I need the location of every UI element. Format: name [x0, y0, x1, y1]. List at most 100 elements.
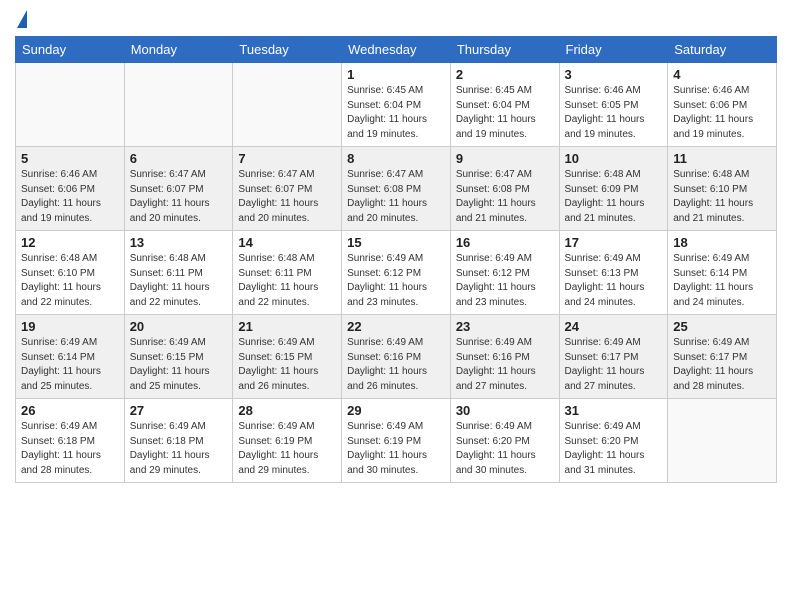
- day-cell-4: 4 Sunrise: 6:46 AM Sunset: 6:06 PM Daylig…: [668, 63, 777, 147]
- day-number: 18: [673, 235, 771, 250]
- day-info: Sunrise: 6:49 AM Sunset: 6:19 PM Dayligh…: [347, 420, 445, 478]
- day-number: 20: [130, 319, 228, 334]
- day-cell-10: 10 Sunrise: 6:48 AM Sunset: 6:09 PM Dayli…: [559, 147, 668, 231]
- day-info: Sunrise: 6:47 AM Sunset: 6:07 PM Dayligh…: [238, 168, 336, 226]
- day-info: Sunrise: 6:49 AM Sunset: 6:19 PM Dayligh…: [238, 420, 336, 478]
- day-cell-17: 17Sunrise: 6:49 AM Sunset: 6:13 PM Dayli…: [559, 231, 668, 315]
- day-number: 16: [456, 235, 554, 250]
- empty-cell: [233, 63, 342, 147]
- day-number: 28: [238, 403, 336, 418]
- day-info: Sunrise: 6:49 AM Sunset: 6:17 PM Dayligh…: [673, 336, 771, 394]
- calendar-container: SundayMondayTuesdayWednesdayThursdayFrid…: [0, 0, 792, 493]
- day-cell-3: 3 Sunrise: 6:46 AM Sunset: 6:05 PM Daylig…: [559, 63, 668, 147]
- day-header-saturday: Saturday: [668, 37, 777, 63]
- day-header-monday: Monday: [124, 37, 233, 63]
- day-info: Sunrise: 6:47 AM Sunset: 6:07 PM Dayligh…: [130, 168, 228, 226]
- day-number: 7: [238, 151, 336, 166]
- day-number: 24: [565, 319, 663, 334]
- day-info: Sunrise: 6:49 AM Sunset: 6:14 PM Dayligh…: [21, 336, 119, 394]
- day-info: Sunrise: 6:49 AM Sunset: 6:15 PM Dayligh…: [130, 336, 228, 394]
- day-cell-9: 9 Sunrise: 6:47 AM Sunset: 6:08 PM Daylig…: [450, 147, 559, 231]
- day-header-thursday: Thursday: [450, 37, 559, 63]
- week-row-2: 5 Sunrise: 6:46 AM Sunset: 6:06 PM Daylig…: [16, 147, 777, 231]
- empty-cell: [668, 399, 777, 483]
- day-header-sunday: Sunday: [16, 37, 125, 63]
- day-number: 21: [238, 319, 336, 334]
- day-cell-21: 21 Sunrise: 6:49 AM Sunset: 6:15 PM Dayli…: [233, 315, 342, 399]
- day-info: Sunrise: 6:46 AM Sunset: 6:06 PM Dayligh…: [673, 84, 771, 142]
- day-number: 14: [238, 235, 336, 250]
- day-number: 1: [347, 67, 445, 82]
- day-number: 10: [565, 151, 663, 166]
- day-cell-23: 23Sunrise: 6:49 AM Sunset: 6:16 PM Dayli…: [450, 315, 559, 399]
- day-info: Sunrise: 6:48 AM Sunset: 6:10 PM Dayligh…: [21, 252, 119, 310]
- day-cell-16: 16 Sunrise: 6:49 AM Sunset: 6:12 PM Dayli…: [450, 231, 559, 315]
- day-cell-22: 22Sunrise: 6:49 AM Sunset: 6:16 PM Dayli…: [342, 315, 451, 399]
- day-number: 25: [673, 319, 771, 334]
- day-header-tuesday: Tuesday: [233, 37, 342, 63]
- day-info: Sunrise: 6:48 AM Sunset: 6:11 PM Dayligh…: [130, 252, 228, 310]
- day-cell-7: 7 Sunrise: 6:47 AM Sunset: 6:07 PM Daylig…: [233, 147, 342, 231]
- day-info: Sunrise: 6:48 AM Sunset: 6:09 PM Dayligh…: [565, 168, 663, 226]
- day-cell-11: 11Sunrise: 6:48 AM Sunset: 6:10 PM Dayli…: [668, 147, 777, 231]
- day-cell-25: 25 Sunrise: 6:49 AM Sunset: 6:17 PM Dayli…: [668, 315, 777, 399]
- day-cell-31: 31Sunrise: 6:49 AM Sunset: 6:20 PM Dayli…: [559, 399, 668, 483]
- day-number: 5: [21, 151, 119, 166]
- day-info: Sunrise: 6:45 AM Sunset: 6:04 PM Dayligh…: [347, 84, 445, 142]
- day-cell-30: 30Sunrise: 6:49 AM Sunset: 6:20 PM Dayli…: [450, 399, 559, 483]
- header: [15, 10, 777, 28]
- day-number: 3: [565, 67, 663, 82]
- day-info: Sunrise: 6:45 AM Sunset: 6:04 PM Dayligh…: [456, 84, 554, 142]
- day-cell-5: 5 Sunrise: 6:46 AM Sunset: 6:06 PM Daylig…: [16, 147, 125, 231]
- week-row-4: 19 Sunrise: 6:49 AM Sunset: 6:14 PM Dayli…: [16, 315, 777, 399]
- day-info: Sunrise: 6:48 AM Sunset: 6:10 PM Dayligh…: [673, 168, 771, 226]
- day-header-wednesday: Wednesday: [342, 37, 451, 63]
- week-row-1: 1 Sunrise: 6:45 AM Sunset: 6:04 PM Daylig…: [16, 63, 777, 147]
- logo-triangle-icon: [17, 10, 27, 28]
- calendar-table: SundayMondayTuesdayWednesdayThursdayFrid…: [15, 36, 777, 483]
- day-number: 26: [21, 403, 119, 418]
- day-cell-24: 24 Sunrise: 6:49 AM Sunset: 6:17 PM Dayli…: [559, 315, 668, 399]
- day-number: 23: [456, 319, 554, 334]
- day-number: 29: [347, 403, 445, 418]
- day-info: Sunrise: 6:49 AM Sunset: 6:15 PM Dayligh…: [238, 336, 336, 394]
- day-info: Sunrise: 6:47 AM Sunset: 6:08 PM Dayligh…: [347, 168, 445, 226]
- day-number: 22: [347, 319, 445, 334]
- day-info: Sunrise: 6:47 AM Sunset: 6:08 PM Dayligh…: [456, 168, 554, 226]
- day-cell-1: 1 Sunrise: 6:45 AM Sunset: 6:04 PM Daylig…: [342, 63, 451, 147]
- day-number: 8: [347, 151, 445, 166]
- logo: [15, 10, 27, 28]
- day-info: Sunrise: 6:48 AM Sunset: 6:11 PM Dayligh…: [238, 252, 336, 310]
- day-cell-8: 8 Sunrise: 6:47 AM Sunset: 6:08 PM Daylig…: [342, 147, 451, 231]
- day-cell-29: 29 Sunrise: 6:49 AM Sunset: 6:19 PM Dayli…: [342, 399, 451, 483]
- days-header-row: SundayMondayTuesdayWednesdayThursdayFrid…: [16, 37, 777, 63]
- day-info: Sunrise: 6:46 AM Sunset: 6:06 PM Dayligh…: [21, 168, 119, 226]
- day-cell-19: 19 Sunrise: 6:49 AM Sunset: 6:14 PM Dayli…: [16, 315, 125, 399]
- week-row-3: 12Sunrise: 6:48 AM Sunset: 6:10 PM Dayli…: [16, 231, 777, 315]
- day-cell-26: 26 Sunrise: 6:49 AM Sunset: 6:18 PM Dayli…: [16, 399, 125, 483]
- day-number: 19: [21, 319, 119, 334]
- day-info: Sunrise: 6:49 AM Sunset: 6:18 PM Dayligh…: [21, 420, 119, 478]
- day-info: Sunrise: 6:49 AM Sunset: 6:12 PM Dayligh…: [456, 252, 554, 310]
- day-number: 27: [130, 403, 228, 418]
- day-info: Sunrise: 6:46 AM Sunset: 6:05 PM Dayligh…: [565, 84, 663, 142]
- day-number: 9: [456, 151, 554, 166]
- day-number: 15: [347, 235, 445, 250]
- week-row-5: 26 Sunrise: 6:49 AM Sunset: 6:18 PM Dayli…: [16, 399, 777, 483]
- day-number: 4: [673, 67, 771, 82]
- day-cell-28: 28 Sunrise: 6:49 AM Sunset: 6:19 PM Dayli…: [233, 399, 342, 483]
- day-info: Sunrise: 6:49 AM Sunset: 6:14 PM Dayligh…: [673, 252, 771, 310]
- day-number: 6: [130, 151, 228, 166]
- day-cell-14: 14 Sunrise: 6:48 AM Sunset: 6:11 PM Dayli…: [233, 231, 342, 315]
- day-info: Sunrise: 6:49 AM Sunset: 6:20 PM Dayligh…: [456, 420, 554, 478]
- day-cell-2: 2Sunrise: 6:45 AM Sunset: 6:04 PM Daylig…: [450, 63, 559, 147]
- empty-cell: [124, 63, 233, 147]
- day-cell-13: 13Sunrise: 6:48 AM Sunset: 6:11 PM Dayli…: [124, 231, 233, 315]
- day-info: Sunrise: 6:49 AM Sunset: 6:20 PM Dayligh…: [565, 420, 663, 478]
- day-info: Sunrise: 6:49 AM Sunset: 6:18 PM Dayligh…: [130, 420, 228, 478]
- empty-cell: [16, 63, 125, 147]
- day-info: Sunrise: 6:49 AM Sunset: 6:17 PM Dayligh…: [565, 336, 663, 394]
- day-cell-27: 27 Sunrise: 6:49 AM Sunset: 6:18 PM Dayli…: [124, 399, 233, 483]
- day-cell-20: 20 Sunrise: 6:49 AM Sunset: 6:15 PM Dayli…: [124, 315, 233, 399]
- day-info: Sunrise: 6:49 AM Sunset: 6:13 PM Dayligh…: [565, 252, 663, 310]
